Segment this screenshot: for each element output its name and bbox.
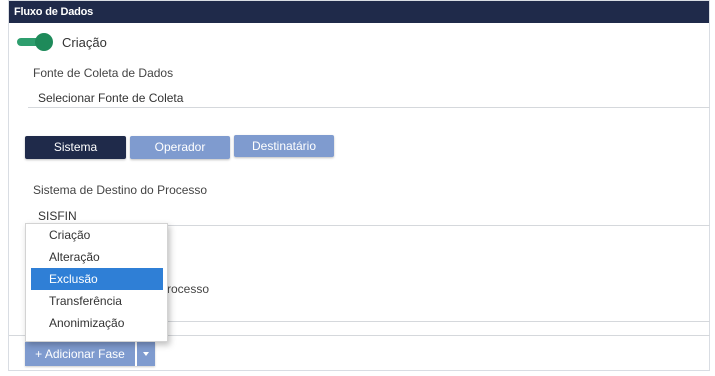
collection-source-underline [28,107,710,108]
toggle-knob[interactable] [35,33,53,51]
menu-item-exclusao[interactable]: Exclusão [31,268,163,290]
phase-toggle[interactable]: Criação [17,33,107,51]
add-phase-button[interactable]: + Adicionar Fase [25,342,135,366]
phase-dropdown-menu: Criação Alteração Exclusão Transferência… [25,223,168,342]
collection-source-select[interactable]: Selecionar Fonte de Coleta [38,91,183,105]
collection-source-label: Fonte de Coleta de Dados [33,66,174,80]
chevron-down-icon[interactable] [137,342,155,366]
menu-item-anonimizacao[interactable]: Anonimização [26,312,167,334]
tab-operador[interactable]: Operador [130,136,230,159]
tab-destinatario[interactable]: Destinatário [234,135,334,157]
tab-sistema[interactable]: Sistema [25,136,126,159]
destination-system-value[interactable]: SISFIN [38,209,77,223]
toggle-label: Criação [62,34,107,50]
hidden-field-label: rocesso [167,282,210,296]
add-phase-split-button: + Adicionar Fase [25,342,155,366]
destination-system-label: Sistema de Destino do Processo [33,183,208,197]
panel-title: Fluxo de Dados [9,1,709,23]
toggle-switch[interactable] [17,33,53,51]
menu-item-alteracao[interactable]: Alteração [26,246,167,268]
menu-item-criacao[interactable]: Criação [26,224,167,246]
menu-item-transferencia[interactable]: Transferência [26,290,167,312]
